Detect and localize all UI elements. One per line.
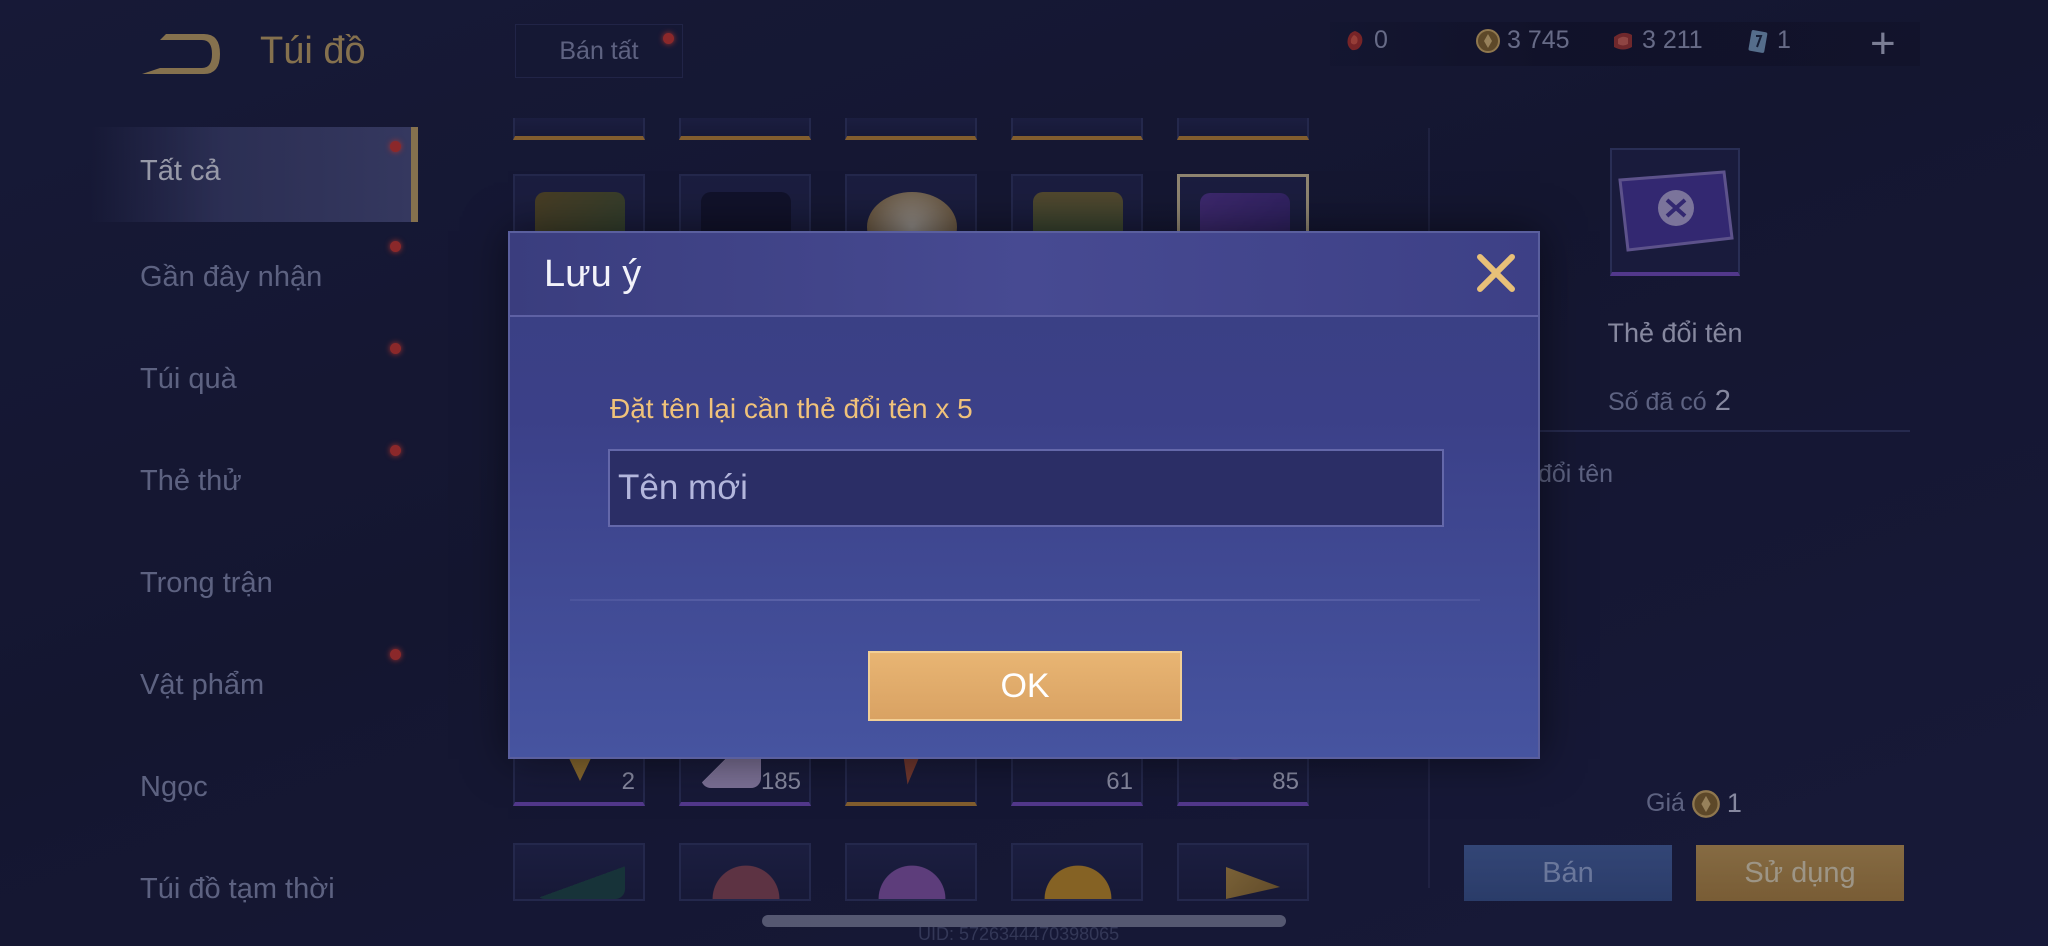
close-icon (1477, 254, 1515, 292)
dialog-header: Lưu ý (510, 233, 1538, 317)
ok-button[interactable]: OK (868, 651, 1182, 721)
dialog-separator (570, 599, 1480, 601)
ok-label: OK (1000, 666, 1050, 705)
new-name-input[interactable] (608, 449, 1444, 527)
rename-dialog: Lưu ý Đặt tên lại cần thẻ đổi tên x 5 OK (508, 231, 1540, 759)
dialog-message: Đặt tên lại cần thẻ đổi tên x 5 (610, 393, 973, 424)
close-button[interactable] (1470, 247, 1522, 299)
dialog-title: Lưu ý (544, 253, 642, 295)
